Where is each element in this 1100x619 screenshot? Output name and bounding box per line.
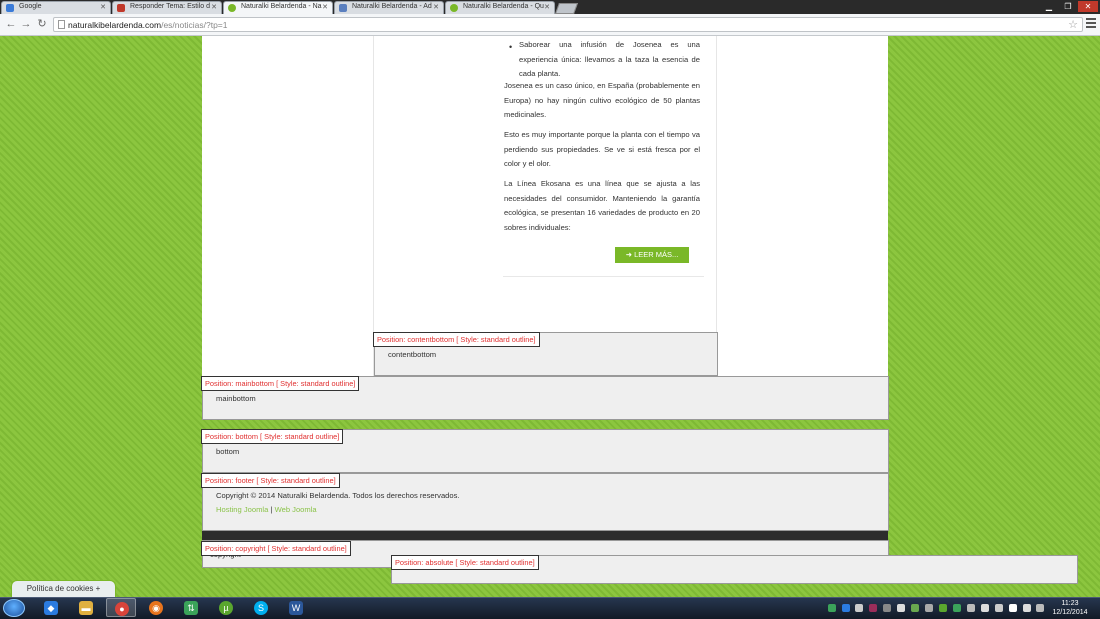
article-paragraph: La Línea Ekosana es una línea que se aju…: [504, 179, 700, 232]
reload-icon[interactable]: ↻: [35, 17, 49, 31]
dropbox-taskbar-button[interactable]: ◆: [36, 598, 66, 617]
tray-app-icon[interactable]: [939, 604, 947, 612]
clock-date: 12/12/2014: [1052, 609, 1088, 616]
clock-time: 11:23: [1061, 600, 1079, 607]
tray-network-icon[interactable]: [828, 604, 836, 612]
tab-label: Google: [19, 3, 42, 10]
firefox-icon: ◉: [149, 601, 163, 615]
tray-app-icon[interactable]: [897, 604, 905, 612]
start-button[interactable]: [3, 599, 25, 617]
word-icon: W: [289, 601, 303, 615]
link-separator: |: [270, 505, 273, 514]
article-paragraph: Josenea es un caso único, en España (pro…: [504, 81, 700, 119]
position-label-bottom: Position: bottom [ Style: standard outli…: [201, 429, 344, 444]
hosting-joomla-link[interactable]: Hosting Joomla: [216, 505, 268, 514]
minimize-icon[interactable]: ▁: [1040, 1, 1058, 12]
taskbar-clock[interactable]: 11:23 12/12/2014: [1045, 599, 1095, 617]
tab-label: Naturalki Belardenda - Ad: [352, 3, 432, 10]
close-icon[interactable]: ✕: [433, 3, 439, 11]
read-more-label: LEER MÁS...: [634, 250, 679, 259]
tray-signal-icon[interactable]: [981, 604, 989, 612]
position-label-absolute: Position: absolute [ Style: standard out…: [391, 555, 539, 570]
arrow-right-icon: ➜: [625, 250, 632, 259]
back-icon[interactable]: ←: [4, 17, 18, 31]
contentbottom-text: contentbottom: [388, 350, 437, 359]
address-toolbar: ← → ↻ naturalkibelardenda.com/es/noticia…: [0, 14, 1100, 36]
skype-taskbar-button[interactable]: S: [246, 598, 276, 617]
tray-volume-icon[interactable]: [995, 604, 1003, 612]
bottom-text: bottom: [216, 447, 240, 456]
explorer-taskbar-button[interactable]: ▬: [71, 598, 101, 617]
article-bullet-text: Saborear una infusión de Josenea es una …: [519, 40, 700, 78]
divider: [503, 276, 704, 277]
tray-app-icon[interactable]: [1023, 604, 1031, 612]
joomla-icon: [339, 4, 347, 12]
utorrent-icon: µ: [219, 601, 233, 615]
tab-label: Naturalki Belardenda - Na: [241, 3, 322, 10]
close-window-icon[interactable]: ✕: [1078, 1, 1098, 12]
read-more-button[interactable]: ➜ LEER MÁS...: [615, 247, 689, 263]
word-taskbar-button[interactable]: W: [281, 598, 311, 617]
tab-google[interactable]: Google ✕: [1, 1, 111, 14]
tray-app-icon[interactable]: [883, 604, 891, 612]
utorrent-taskbar-button[interactable]: µ: [211, 598, 241, 617]
bookmark-star-icon[interactable]: ☆: [1068, 18, 1078, 31]
menu-icon[interactable]: [1086, 18, 1096, 30]
tab-naturalki-qu[interactable]: Naturalki Belardenda - Qu ✕: [445, 1, 555, 14]
tray-app-icon[interactable]: [953, 604, 961, 612]
maximize-icon[interactable]: ❐: [1059, 1, 1077, 12]
footer-links: Hosting Joomla | Web Joomla: [216, 505, 317, 514]
position-label-mainbottom: Position: mainbottom [ Style: standard o…: [201, 376, 360, 391]
cookie-policy-tab[interactable]: Política de cookies +: [11, 580, 116, 597]
tray-app-icon[interactable]: [925, 604, 933, 612]
position-label-copyright: Position: copyright [ Style: standard ou…: [201, 541, 351, 556]
position-label-footer: Position: footer [ Style: standard outli…: [201, 473, 340, 488]
naturalki-icon: [228, 4, 236, 12]
chrome-icon: ●: [115, 602, 129, 616]
position-label-contentbottom: Position: contentbottom [ Style: standar…: [373, 332, 540, 347]
url-input[interactable]: naturalkibelardenda.com/es/noticias/?tp=…: [53, 17, 1083, 32]
network-icon: ⇅: [184, 601, 198, 615]
tab-strip: Google ✕ Responder Tema: Estilo d ✕ Natu…: [0, 0, 1100, 14]
firefox-taskbar-button[interactable]: ◉: [141, 598, 171, 617]
tray-app-icon[interactable]: [1036, 604, 1044, 612]
tab-naturalki-active[interactable]: Naturalki Belardenda - Na ✕: [223, 1, 333, 14]
footer-copyright: Copyright © 2014 Naturalki Belardenda. T…: [216, 491, 460, 500]
close-icon[interactable]: ✕: [100, 3, 106, 11]
web-joomla-link[interactable]: Web Joomla: [275, 505, 317, 514]
url-host: naturalkibelardenda.com: [68, 20, 162, 30]
mainbottom-text: mainbottom: [216, 394, 256, 403]
close-icon[interactable]: ✕: [544, 3, 550, 11]
naturalki-icon: [450, 4, 458, 12]
tray-dropbox-icon[interactable]: [842, 604, 850, 612]
tab-label: Responder Tema: Estilo d: [130, 3, 211, 10]
bullet-icon: •: [509, 42, 513, 52]
tray-app-icon[interactable]: [855, 604, 863, 612]
dropbox-icon: ◆: [44, 601, 58, 615]
url-text: naturalkibelardenda.com/es/noticias/?tp=…: [68, 20, 227, 30]
google-icon: [6, 4, 14, 12]
url-path: /es/noticias/?tp=1: [161, 20, 228, 30]
tab-label: Naturalki Belardenda - Qu: [463, 3, 544, 10]
skype-icon: S: [254, 601, 268, 615]
tray-app-icon[interactable]: [911, 604, 919, 612]
forward-icon[interactable]: →: [19, 17, 33, 31]
network-taskbar-button[interactable]: ⇅: [176, 598, 206, 617]
tray-app-icon[interactable]: [967, 604, 975, 612]
tab-responder[interactable]: Responder Tema: Estilo d ✕: [112, 1, 222, 14]
forum-icon: [117, 4, 125, 12]
new-tab-button[interactable]: [554, 3, 579, 14]
folder-icon: ▬: [79, 601, 93, 615]
footer-bar: [202, 531, 888, 540]
article-paragraph: Esto es muy importante porque la planta …: [504, 130, 700, 168]
tab-naturalki-admin[interactable]: Naturalki Belardenda - Ad ✕: [334, 1, 444, 14]
close-icon[interactable]: ✕: [211, 3, 217, 11]
tray-onenote-icon[interactable]: [869, 604, 877, 612]
tray-flag-icon[interactable]: [1009, 604, 1017, 612]
page-icon: [58, 20, 65, 29]
chrome-taskbar-button[interactable]: ●: [106, 598, 136, 617]
close-icon[interactable]: ✕: [322, 3, 328, 11]
